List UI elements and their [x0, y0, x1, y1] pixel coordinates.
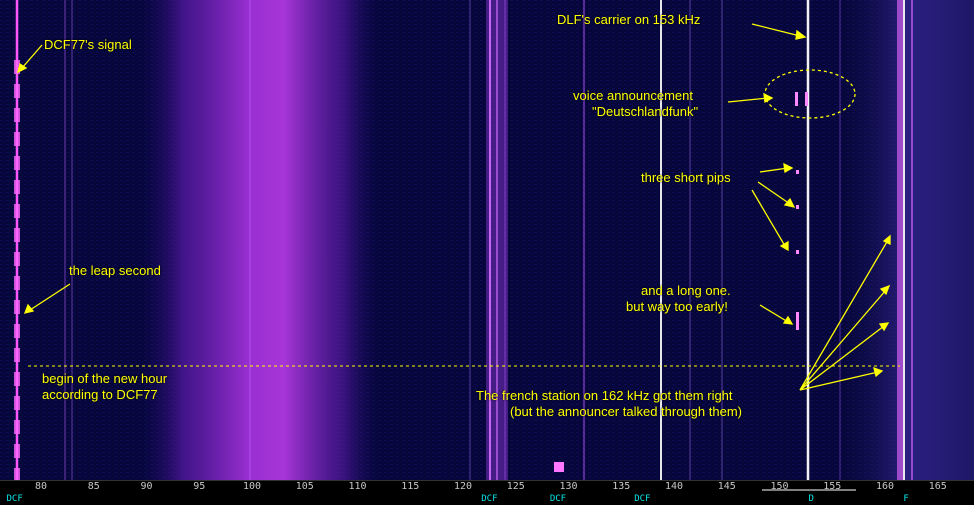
frequency-axis: 80 85 90 95 100 105 110 115 120 125 130 135 140 145 15… [0, 480, 974, 505]
dcf-pulse [14, 348, 20, 362]
pip-mark [795, 92, 798, 106]
dcf-pulse [14, 324, 20, 338]
dcf-pulse [14, 252, 20, 266]
tick-label: 150 [770, 481, 788, 492]
annotation-french-1: The french station on 162 kHz got them r… [476, 388, 733, 403]
carrier-line [839, 0, 841, 480]
dcf-pulse [14, 468, 20, 480]
dcf-pulse [14, 132, 20, 146]
tick-label: 80 [35, 481, 47, 492]
pip-mark [796, 312, 799, 330]
tick-label: 90 [140, 481, 152, 492]
tick-label: 105 [296, 481, 314, 492]
dcf-pulse [14, 108, 20, 122]
station-marker: DCF [550, 494, 566, 504]
tick-label: 135 [612, 481, 630, 492]
annotation-french-2: (but the announcer talked through them) [510, 404, 742, 419]
tick-label: 120 [454, 481, 472, 492]
tick-label: 115 [401, 481, 419, 492]
pip-mark [805, 92, 808, 106]
station-marker: DCF [6, 494, 22, 504]
tick-label: 140 [665, 481, 683, 492]
carrier-line [903, 0, 905, 480]
carrier-line [64, 0, 66, 480]
dcf-pulse [14, 420, 20, 434]
carrier-line [806, 0, 810, 480]
dcf-pulse [14, 84, 20, 98]
carrier-line [71, 0, 73, 480]
pip-mark [796, 205, 799, 209]
tick-label: 165 [929, 481, 947, 492]
dcf-pulse [14, 372, 20, 386]
annotation-long-1: and a long one. [641, 283, 731, 298]
annotation-new-hour-2: according to DCF77 [42, 387, 158, 402]
station-marker: DCF [481, 494, 497, 504]
annotation-voice-1: voice announcement [573, 88, 693, 103]
carrier-line [496, 0, 498, 480]
tick-label: 155 [823, 481, 841, 492]
carrier-line [897, 0, 903, 480]
signal-square [554, 462, 564, 472]
dcf-pulse [14, 444, 20, 458]
annotation-dlf-carrier: DLF's carrier on 153 kHz [557, 12, 701, 27]
annotation-leap-second: the leap second [69, 263, 161, 278]
dcf-pulse [14, 180, 20, 194]
carrier-line [249, 0, 251, 480]
station-marker: DCF [634, 494, 650, 504]
station-marker: D [808, 494, 813, 504]
annotation-voice-2: "Deutschlandfunk" [592, 104, 699, 119]
tick-label: 130 [559, 481, 577, 492]
tick-label: 85 [88, 481, 100, 492]
carrier-line [489, 0, 491, 480]
annotation-long-2: but way too early! [626, 299, 728, 314]
annotation-pips: three short pips [641, 170, 731, 185]
tick-label: 160 [876, 481, 894, 492]
dcf-pulse [14, 276, 20, 290]
carrier-line [504, 0, 506, 480]
annotation-new-hour-1: begin of the new hour [42, 371, 168, 386]
carrier-line [911, 0, 913, 480]
upper-band-noise [840, 0, 974, 480]
tick-label: 110 [348, 481, 366, 492]
dcf-pulse [14, 228, 20, 242]
dcf-pulse [14, 156, 20, 170]
spectrogram-waterfall [0, 0, 974, 480]
station-marker: F [903, 494, 908, 504]
carrier-line [469, 0, 471, 480]
tick-label: 145 [718, 481, 736, 492]
dcf-pulse [14, 204, 20, 218]
pip-mark [796, 250, 799, 254]
tick-label: 100 [243, 481, 261, 492]
dcf-pulse [14, 396, 20, 410]
tick-label: 125 [507, 481, 525, 492]
dcf-pulse [14, 300, 20, 314]
broadband-noise-band [140, 0, 380, 480]
annotation-dcf-signal: DCF77's signal [44, 37, 132, 52]
pip-mark [796, 170, 799, 174]
tick-label: 95 [193, 481, 205, 492]
